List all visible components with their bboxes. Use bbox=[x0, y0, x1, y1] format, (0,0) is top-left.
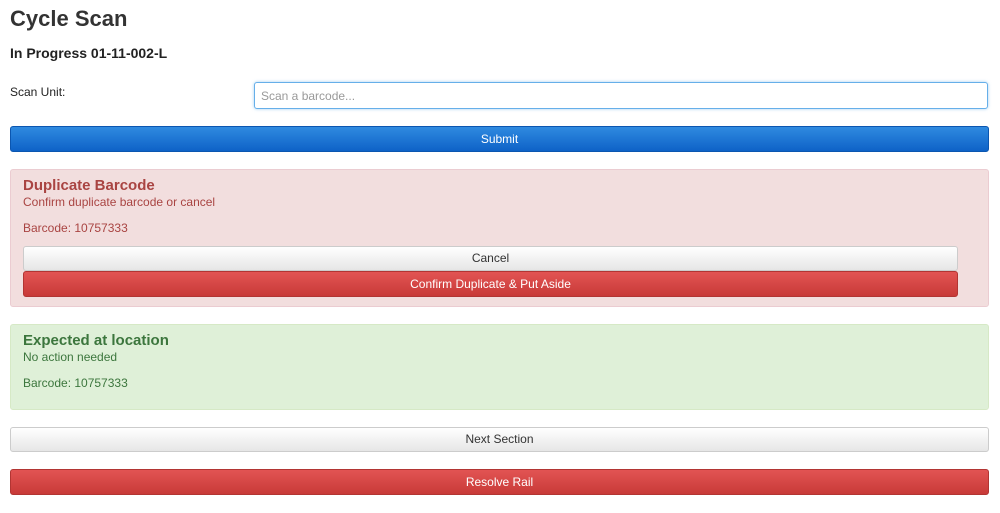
expected-alert-barcode: Barcode: 10757333 bbox=[23, 376, 128, 390]
resolve-rail-button[interactable]: Resolve Rail bbox=[10, 469, 989, 495]
next-section-button[interactable]: Next Section bbox=[10, 427, 989, 452]
cancel-button[interactable]: Cancel bbox=[23, 246, 958, 271]
submit-button[interactable]: Submit bbox=[10, 126, 989, 152]
scan-unit-label: Scan Unit: bbox=[10, 85, 66, 99]
duplicate-barcode-alert: Duplicate Barcode Confirm duplicate barc… bbox=[10, 169, 989, 307]
confirm-duplicate-button[interactable]: Confirm Duplicate & Put Aside bbox=[23, 271, 958, 297]
expected-alert-message: No action needed bbox=[23, 350, 118, 364]
duplicate-alert-barcode: Barcode: 10757333 bbox=[23, 221, 128, 235]
duplicate-alert-heading: Duplicate Barcode bbox=[23, 177, 155, 194]
duplicate-alert-message: Confirm duplicate barcode or cancel bbox=[23, 195, 216, 209]
cycle-scan-page: Cycle Scan In Progress 01-11-002-L Scan … bbox=[0, 0, 1000, 513]
expected-alert-heading: Expected at location bbox=[23, 332, 169, 349]
scan-unit-input[interactable] bbox=[254, 82, 988, 109]
duplicate-alert-actions: Cancel Confirm Duplicate & Put Aside bbox=[23, 246, 958, 297]
page-title: Cycle Scan bbox=[10, 6, 128, 31]
expected-at-location-alert: Expected at location No action needed Ba… bbox=[10, 324, 989, 410]
page-subtitle: In Progress 01-11-002-L bbox=[10, 45, 168, 61]
scan-unit-row: Scan Unit: bbox=[10, 82, 989, 110]
